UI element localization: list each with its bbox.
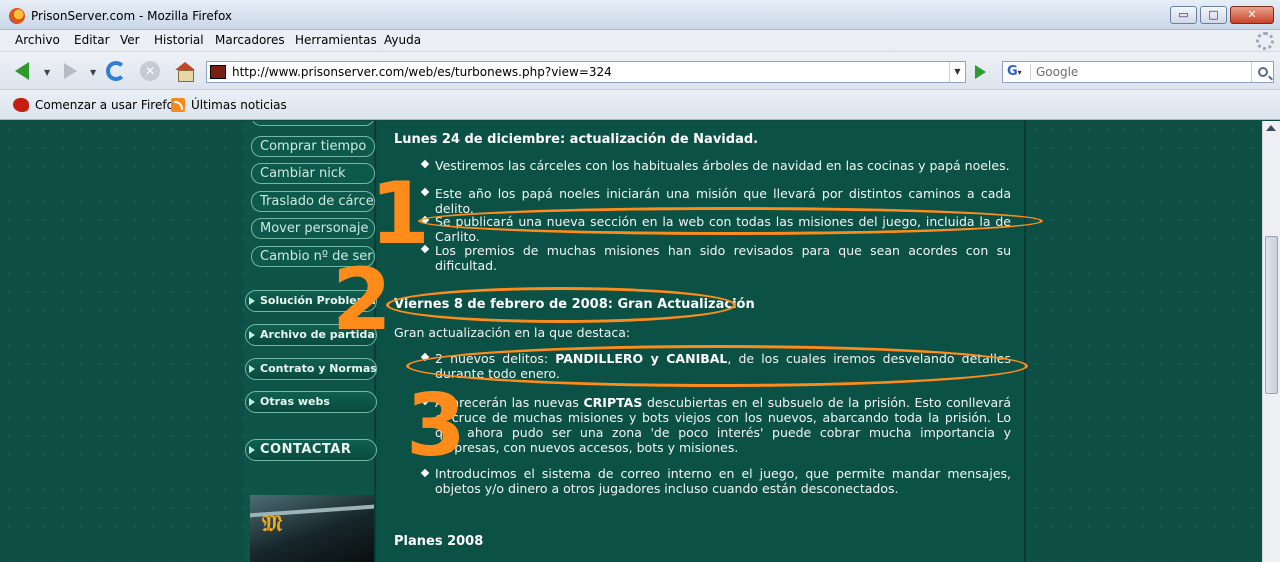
url-history-dropdown[interactable]: ▼ (949, 62, 965, 82)
section-otras-webs[interactable]: Otras webs (245, 391, 377, 413)
annotation-number: 1 (370, 164, 430, 264)
search-input[interactable]: Google (1036, 65, 1078, 79)
menu-marcadores[interactable]: Marcadores (215, 33, 285, 47)
site-favicon-icon (210, 65, 226, 79)
search-engine-selector[interactable]: G▾ (1005, 64, 1031, 80)
section-label: Contrato y Normas (260, 362, 377, 375)
back-history-dropdown[interactable]: ▼ (44, 68, 50, 77)
bookmarks-toolbar: Comenzar a usar Firefox Últimas noticias (0, 90, 1280, 120)
list-item: Aparecerán las nuevas CRIPTAS descubiert… (435, 395, 1011, 455)
section-label: Otras webs (260, 395, 330, 408)
stop-icon: ✕ (140, 61, 160, 81)
annotation-ellipse (386, 287, 736, 323)
banner-image[interactable]: 𝔐 (250, 495, 374, 562)
menu-editar[interactable]: Editar (74, 33, 110, 47)
google-icon: G (1007, 64, 1018, 79)
logo-icon: 𝔐 (262, 511, 283, 537)
menu-ayuda[interactable]: Ayuda (384, 33, 421, 47)
page-viewport: Comprar tiempo Cambiar nick Traslado de … (0, 121, 1262, 562)
home-button[interactable] (173, 60, 197, 82)
url-text[interactable]: http://www.prisonserver.com/web/es/turbo… (232, 65, 612, 79)
scroll-thumb[interactable] (1265, 236, 1278, 394)
post-intro: Gran actualización en la que destaca: (394, 325, 631, 340)
firefox-bookmark-icon (13, 98, 29, 112)
close-button[interactable]: ✕ (1230, 6, 1274, 24)
go-arrow-icon (974, 65, 986, 79)
section-contrato-normas[interactable]: Contrato y Normas (245, 358, 377, 380)
contact-button[interactable]: CONTACTAR (245, 439, 377, 461)
reload-button[interactable] (104, 60, 128, 82)
sidebar-item-comprar-tiempo[interactable]: Comprar tiempo (251, 136, 375, 157)
annotation-number: 3 (406, 376, 466, 476)
triangle-bullet-icon (249, 446, 255, 454)
sidebar-item-partial[interactable] (251, 121, 375, 126)
menu-archivo[interactable]: Archivo (15, 33, 60, 47)
annotation-ellipse (418, 207, 1043, 235)
menu-bar: Archivo Editar Ver Historial Marcadores … (0, 30, 1280, 52)
navigation-toolbar: ▼ ▼ ✕ http://www.prisonserver.com/web/es… (0, 52, 1280, 90)
triangle-bullet-icon (249, 398, 255, 406)
annotation-ellipse (406, 345, 1028, 387)
menu-ver[interactable]: Ver (120, 33, 140, 47)
stop-button[interactable]: ✕ (138, 60, 162, 82)
window-title: PrisonServer.com - Mozilla Firefox (31, 9, 233, 23)
rss-feed-icon (171, 98, 185, 112)
list-item: Introducimos el sistema de correo intern… (435, 466, 1011, 496)
sidebar-item-mover-personaje[interactable]: Mover personaje (251, 218, 375, 239)
forward-button[interactable] (58, 60, 82, 82)
triangle-bullet-icon (249, 365, 255, 373)
magnifier-icon (1257, 67, 1268, 77)
post-title: Lunes 24 de diciembre: actualización de … (394, 132, 759, 147)
bookmark-label: Últimas noticias (191, 98, 287, 112)
bookmark-getting-started[interactable]: Comenzar a usar Firefox (13, 98, 181, 112)
firefox-icon (9, 8, 25, 24)
annotation-number: 2 (332, 250, 392, 350)
post-title: Planes 2008 (394, 534, 484, 549)
scroll-up-arrow-icon[interactable] (1266, 125, 1276, 131)
search-box[interactable]: G▾ Google (1002, 61, 1274, 83)
reload-icon (106, 61, 126, 81)
throbber-icon (1256, 32, 1274, 50)
back-button[interactable] (10, 60, 34, 82)
maximize-button[interactable]: □ (1200, 6, 1227, 24)
list-item: Los premios de muchas misiones han sido … (435, 243, 1011, 273)
back-arrow-icon (15, 62, 29, 80)
address-bar[interactable]: http://www.prisonserver.com/web/es/turbo… (206, 61, 966, 83)
contact-label: CONTACTAR (260, 442, 352, 457)
window-controls: ▭ □ ✕ (1170, 6, 1274, 24)
news-content: Lunes 24 de diciembre: actualización de … (378, 121, 1026, 562)
go-button[interactable] (970, 63, 990, 81)
triangle-bullet-icon (249, 297, 255, 305)
forward-history-dropdown[interactable]: ▼ (90, 68, 96, 77)
bookmark-latest-news[interactable]: Últimas noticias (171, 98, 287, 112)
menu-herramientas[interactable]: Herramientas (295, 33, 377, 47)
triangle-bullet-icon (249, 331, 255, 339)
menu-historial[interactable]: Historial (154, 33, 204, 47)
title-bar: PrisonServer.com - Mozilla Firefox ▭ □ ✕ (0, 0, 1280, 30)
forward-arrow-icon (63, 63, 77, 79)
bold-text: CRIPTAS (583, 395, 643, 410)
sidebar-item-traslado[interactable]: Traslado de cárcel (251, 191, 375, 212)
search-button[interactable] (1251, 62, 1273, 82)
vertical-scrollbar[interactable] (1262, 121, 1280, 562)
minimize-button[interactable]: ▭ (1170, 6, 1197, 24)
home-icon (175, 62, 195, 82)
bookmark-label: Comenzar a usar Firefox (35, 98, 181, 112)
sidebar-item-cambiar-nick[interactable]: Cambiar nick (251, 163, 375, 184)
list-item: Vestiremos las cárceles con los habitual… (435, 158, 1010, 173)
